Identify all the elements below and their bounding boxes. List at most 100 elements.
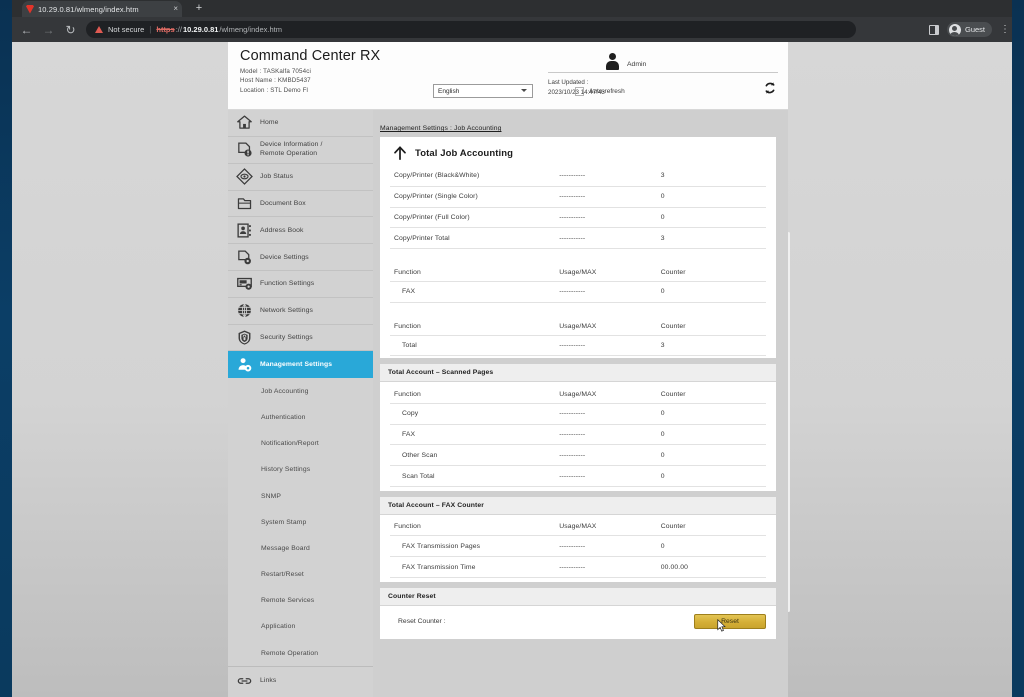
cell-usage: ----------- (559, 465, 661, 487)
sidebar-item-label: Device Information / Remote Operation (260, 141, 322, 158)
breadcrumb[interactable]: Management Settings : Job Accounting (380, 125, 502, 132)
cell-usage: ----------- (559, 444, 661, 467)
sidebar-item-device-information[interactable]: Device Information / Remote Operation (228, 137, 373, 164)
user-icon (606, 53, 619, 70)
function-settings-icon (237, 278, 252, 291)
cell-usage: ----------- (559, 227, 661, 250)
sidebar-subitem-message-board[interactable]: Message Board (228, 535, 373, 561)
profile-button[interactable]: Guest (946, 22, 992, 37)
cell-function: Copy/Printer Total (390, 227, 560, 250)
sidebar-item-job-status[interactable]: Job Status (228, 164, 373, 191)
table-header-row: Function Usage/MAX Counter (390, 384, 766, 404)
cell-function: FAX (390, 424, 560, 446)
home-icon (237, 115, 252, 130)
omnibox-divider: | (149, 25, 152, 34)
back-button[interactable]: ← (20, 24, 33, 36)
cell-usage: ----------- (559, 207, 661, 229)
table-row: Copy/Printer (Single Color) ----------- … (390, 186, 766, 208)
section-header: Total Job Accounting (390, 143, 766, 166)
links-icon (237, 677, 252, 684)
address-book-icon (237, 223, 251, 238)
cell-usage: ----------- (559, 424, 661, 446)
browser-tabstrip: 10.29.0.81/wlmeng/index.htm × + (12, 0, 1012, 17)
sidebar-item-network-settings[interactable]: Network Settings (228, 298, 373, 325)
sidebar-item-function-settings[interactable]: Function Settings (228, 271, 373, 298)
address-bar[interactable]: Not secure | https :// 10.29.0.81 /wlmen… (86, 21, 856, 38)
section-title: Total Job Accounting (415, 147, 514, 159)
sidebar-subitem-label: SNMP (261, 492, 282, 500)
sidebar-item-management-settings[interactable]: Management Settings (228, 351, 373, 379)
toolbar-right-group: Guest ⋮ (928, 22, 1010, 37)
new-tab-button[interactable]: + (192, 3, 206, 14)
sidebar-item-device-settings[interactable]: Device Settings (228, 244, 373, 271)
table-row: FAX ----------- 0 (390, 281, 766, 303)
favicon-icon (26, 4, 34, 14)
reload-button[interactable]: ↻ (64, 24, 77, 36)
sidebar-subitem-authentication[interactable]: Authentication (228, 404, 373, 430)
counter-reset-card: Counter Reset Reset Counter : Reset (380, 587, 776, 639)
sidebar-subitem-snmp[interactable]: SNMP (228, 483, 373, 509)
column-header-counter: Counter (660, 316, 766, 336)
chrome-menu-icon[interactable]: ⋮ (1000, 24, 1010, 34)
cell-function: Copy/Printer (Full Color) (390, 207, 560, 229)
language-select[interactable]: English (433, 84, 533, 98)
sidebar-item-label: Management Settings (260, 360, 333, 368)
sidebar-item-home[interactable]: Home (228, 110, 373, 137)
ccrx-header: Command Center RX Model : TASKalfa 7054c… (228, 42, 788, 110)
network-settings-icon (238, 303, 251, 318)
cell-counter: 0 (660, 444, 766, 467)
sidebar-subitem-history-settings[interactable]: History Settings (228, 457, 373, 483)
sidebar-item-document-box[interactable]: Document Box (228, 191, 373, 218)
sidebar-subitem-application[interactable]: Application (228, 614, 373, 640)
sidebar-subitem-remote-operation[interactable]: Remote Operation (228, 640, 373, 666)
total-job-accounting-card: Total Job Accounting Copy/Printer (Black… (380, 137, 776, 359)
cell-function: Copy (390, 403, 560, 425)
cell-counter: 3 (660, 335, 766, 357)
column-header-function: Function (390, 262, 560, 283)
close-tab-icon[interactable]: × (173, 5, 178, 13)
column-header-function: Function (390, 384, 560, 404)
browser-tab[interactable]: 10.29.0.81/wlmeng/index.htm × (22, 1, 182, 17)
fax-counter-card: Total Account – FAX Counter Function Usa… (380, 496, 776, 582)
arrow-up-icon (394, 146, 406, 160)
ccrx-page: Command Center RX Model : TASKalfa 7054c… (228, 42, 788, 697)
table-row: FAX ----------- 0 (390, 424, 766, 446)
refresh-icon[interactable] (762, 80, 778, 96)
cell-counter: 0 (660, 424, 766, 446)
scanned-pages-title: Total Account – Scanned Pages (380, 364, 776, 383)
cell-function: FAX (390, 281, 560, 303)
reset-counter-label: Reset Counter : (398, 617, 446, 625)
table-header-row: Function Usage/MAX Counter (390, 316, 766, 336)
sidebar-item-links[interactable]: Links (228, 666, 373, 693)
profile-label: Guest (964, 25, 985, 34)
sidebar-subitem-notification-report[interactable]: Notification/Report (228, 431, 373, 457)
table-row: Scan Total ----------- 0 (390, 465, 766, 487)
url-path: /wlmeng/index.htm (219, 25, 282, 34)
sidebar-subitem-restart-reset[interactable]: Restart/Reset (228, 561, 373, 587)
cell-counter: 0 (660, 186, 766, 208)
sidebar-item-label: Job Status (260, 173, 294, 181)
column-header-usage: Usage/MAX (559, 262, 661, 283)
forward-button[interactable]: → (42, 24, 55, 36)
counter-reset-row: Reset Counter : Reset (380, 606, 776, 639)
sidebar-subitem-label: Application (261, 623, 296, 631)
device-settings-icon (238, 250, 251, 264)
last-updated-value: 2023/10/23 14:47:43 (548, 88, 605, 96)
avatar (948, 23, 961, 36)
sidebar-subitem-label: Authentication (261, 413, 306, 421)
sidebar-item-security-settings[interactable]: Security Settings (228, 325, 373, 352)
fax-counter-title: Total Account – FAX Counter (380, 496, 776, 515)
sidebar-item-address-book[interactable]: Address Book (228, 217, 373, 245)
cell-usage: ----------- (559, 335, 661, 357)
column-header-function: Function (390, 516, 560, 537)
cell-function: FAX Transmission Time (390, 556, 560, 578)
sidebar-item-label: Address Book (260, 226, 304, 234)
side-panel-icon[interactable] (928, 24, 939, 35)
cell-usage: ----------- (559, 166, 661, 187)
security-settings-icon (238, 330, 251, 345)
sidebar-subitem-remote-services[interactable]: Remote Services (228, 588, 373, 614)
sidebar-subitem-job-accounting[interactable]: Job Accounting (228, 378, 373, 404)
sidebar-subitem-system-stamp[interactable]: System Stamp (228, 509, 373, 535)
cell-counter: 00.00.00 (660, 556, 766, 578)
reset-button[interactable]: Reset (694, 613, 766, 632)
